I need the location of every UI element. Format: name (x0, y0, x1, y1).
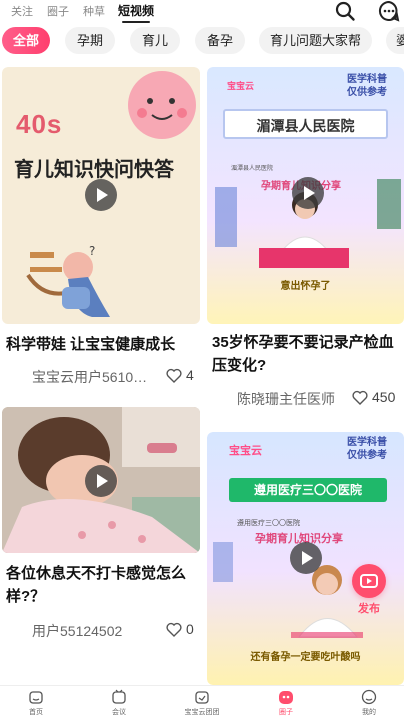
like-count-value: 450 (372, 389, 396, 405)
card-title: 科学带娃 让宝宝健康成长 (6, 336, 176, 353)
cover-big-text: 40s (16, 109, 63, 139)
feed-card[interactable]: 各位休息天不打卡感觉怎么样?？ 用户55124502 0 (2, 407, 200, 647)
author-name[interactable]: 宝宝云用户5610… (32, 367, 162, 387)
message-icon[interactable] (378, 0, 400, 22)
like-count[interactable]: 4 (166, 367, 194, 383)
like-count-value: 0 (186, 621, 194, 637)
nav-circle-label: 圈子 (279, 709, 293, 716)
tab-follow[interactable]: 关注 (11, 3, 33, 19)
like-count[interactable]: 0 (166, 621, 194, 637)
video-cover[interactable]: ? 40s 育儿知识快问快答 (2, 67, 200, 324)
category-all[interactable]: 全部 (2, 27, 50, 54)
play-icon[interactable] (290, 542, 322, 574)
heart-icon[interactable] (166, 622, 182, 637)
publish-icon[interactable] (352, 564, 386, 598)
feed-card[interactable]: 宝宝云 医学科普 仅供参考 遵用医疗三〇〇医院 遵用医疗三〇〇医院 孕期育儿知识… (207, 432, 404, 685)
circle-icon (279, 691, 293, 704)
author-name[interactable]: 用户55124502 (32, 621, 162, 641)
category-prepare-pregnancy[interactable]: 备孕 (195, 27, 245, 54)
svg-text:?: ? (89, 244, 95, 258)
tab-circle[interactable]: 圈子 (47, 3, 69, 19)
nav-group-label: 宝宝云团团 (184, 709, 220, 716)
top-tab-bar: 关注 圈子 种草 短视频 (0, 0, 404, 23)
meeting-icon (112, 689, 126, 704)
category-more[interactable]: 婆 (386, 27, 404, 54)
category-pregnancy[interactable]: 孕期 (65, 27, 115, 54)
nav-profile[interactable]: 我的 (339, 689, 399, 717)
group-icon (195, 691, 209, 704)
category-parenting[interactable]: 育儿 (130, 27, 180, 54)
publish-button[interactable]: 发布 (346, 564, 392, 616)
heart-icon[interactable] (352, 390, 368, 405)
nav-meeting[interactable]: 会议 (89, 689, 149, 717)
author-name[interactable]: 陈晓珊主任医师 (237, 389, 355, 409)
nav-profile-label: 我的 (362, 709, 376, 716)
subtitle-caption: 意出怀孕了 (280, 281, 331, 292)
bottom-navigation: 首页 会议 宝宝云团团 圈子 我的 (0, 685, 404, 720)
nav-home-label: 首页 (29, 709, 43, 716)
home-icon (29, 691, 43, 704)
like-count-value: 4 (186, 367, 194, 383)
play-icon[interactable] (292, 177, 324, 209)
category-parenting-qa[interactable]: 育儿问题大家帮 (259, 27, 372, 54)
feed-card[interactable]: 宝宝云 医学科普 仅供参考 湄潭县人民医院 湄潭县人民医院 孕期育儿知识分享 意… (207, 67, 404, 412)
heart-icon[interactable] (166, 368, 182, 383)
tab-recommend[interactable]: 种草 (83, 3, 105, 19)
search-icon[interactable] (334, 0, 356, 22)
profile-icon (361, 689, 377, 705)
nav-circle[interactable]: 圈子 (256, 689, 316, 717)
feed-card[interactable]: ? 40s 育儿知识快问快答 科学带娃 让宝宝健康成长 宝宝云用户5610… 4 (2, 67, 200, 397)
nav-meeting-label: 会议 (112, 709, 126, 716)
video-cover[interactable]: 宝宝云 医学科普 仅供参考 湄潭县人民医院 湄潭县人民医院 孕期育儿知识分享 意… (207, 67, 404, 324)
nav-group[interactable]: 宝宝云团团 (172, 689, 232, 717)
subtitle-caption: 还有备孕一定要吃叶酸吗 (250, 652, 361, 663)
video-cover[interactable] (2, 407, 200, 553)
card-title: 35岁怀孕要不要记录产检血压变化? (212, 334, 394, 374)
cover-headline: 育儿知识快问快答 (14, 159, 174, 181)
category-filter-row: 全部 孕期 育儿 备孕 育儿问题大家帮 婆 (0, 27, 404, 55)
nav-home[interactable]: 首页 (6, 689, 66, 717)
play-icon[interactable] (85, 465, 117, 497)
like-count[interactable]: 450 (352, 389, 395, 405)
card-title: 各位休息天不打卡感觉怎么样?？ (6, 565, 187, 605)
video-cover[interactable]: 宝宝云 医学科普 仅供参考 遵用医疗三〇〇医院 遵用医疗三〇〇医院 孕期育儿知识… (207, 432, 404, 685)
publish-label: 发布 (358, 603, 380, 615)
play-icon[interactable] (85, 179, 117, 211)
tab-short-video[interactable]: 短视频 (118, 2, 154, 23)
